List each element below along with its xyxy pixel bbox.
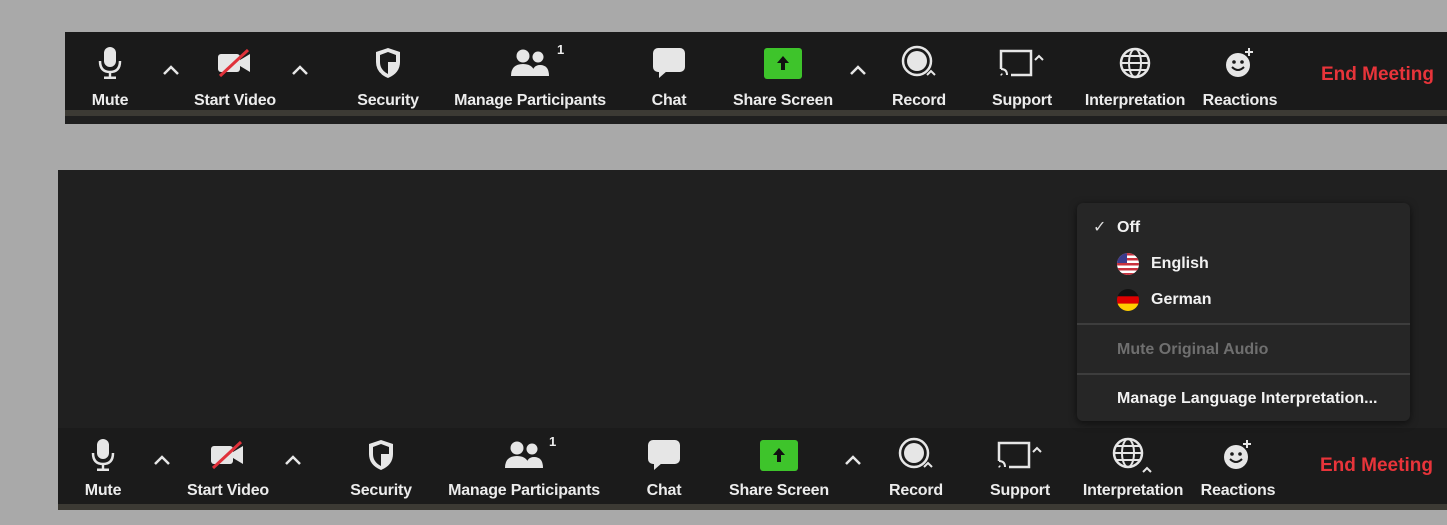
interpretation-menu: ✓ Off English German Mute Original Audio… [1077, 203, 1410, 421]
microphone-icon [91, 438, 115, 472]
end-meeting-button[interactable]: End Meeting [1320, 455, 1433, 477]
menu-divider [1077, 373, 1410, 375]
share-screen-label: Share Screen [733, 92, 833, 109]
share-options-caret[interactable] [846, 58, 870, 82]
participants-icon [504, 438, 544, 472]
security-button[interactable]: Security [353, 32, 423, 116]
record-button[interactable]: Record [891, 32, 947, 116]
chevron-up-icon [845, 455, 861, 465]
share-screen-icon [760, 439, 798, 471]
chevron-up-icon [163, 65, 179, 75]
chevron-up-icon [292, 65, 308, 75]
menu-item-label: Mute Original Audio [1117, 341, 1269, 358]
manage-participants-label: Manage Participants [448, 482, 600, 499]
checkmark-icon: ✓ [1093, 219, 1107, 236]
start-video-button[interactable]: Start Video [190, 32, 280, 116]
share-screen-label: Share Screen [729, 482, 829, 499]
arrow-up-icon [777, 56, 789, 70]
meeting-window-top: Mute Start Video Security 1 Manage Parti [65, 32, 1447, 124]
remote-support-icon [997, 46, 1047, 80]
germany-flag-icon [1117, 289, 1139, 311]
meeting-toolbar: Mute Start Video Security 1 Manage Parti [58, 428, 1447, 510]
record-icon [898, 437, 934, 472]
record-label: Record [889, 482, 943, 499]
audio-options-caret[interactable] [159, 58, 183, 82]
video-options-caret[interactable] [288, 58, 312, 82]
menu-item-manage-language-interpretation[interactable]: Manage Language Interpretation... [1077, 384, 1410, 414]
globe-icon [1118, 46, 1152, 80]
menu-divider [1077, 323, 1410, 325]
interpretation-button[interactable]: Interpretation [1081, 428, 1185, 512]
mute-label: Mute [91, 92, 129, 109]
participants-count-badge: 1 [549, 434, 557, 449]
share-screen-button[interactable]: Share Screen [733, 32, 833, 116]
support-label: Support [992, 92, 1052, 109]
reactions-label: Reactions [1202, 92, 1278, 109]
reactions-button[interactable]: Reactions [1200, 428, 1276, 512]
us-flag-icon [1117, 253, 1139, 275]
record-icon [901, 45, 937, 80]
video-options-caret[interactable] [281, 448, 305, 472]
support-button[interactable]: Support [988, 428, 1052, 512]
menu-item-label: German [1151, 291, 1212, 308]
shield-icon [374, 46, 402, 80]
mute-button[interactable]: Mute [85, 32, 135, 116]
menu-item-off[interactable]: ✓ Off [1077, 213, 1410, 243]
security-button[interactable]: Security [346, 428, 416, 512]
manage-participants-button[interactable]: 1 Manage Participants [444, 428, 604, 512]
share-screen-button[interactable]: Share Screen [729, 428, 829, 512]
interpretation-button[interactable]: Interpretation [1083, 32, 1187, 116]
chat-bubble-icon [652, 46, 686, 80]
mute-button[interactable]: Mute [78, 428, 128, 512]
video-off-icon [216, 46, 254, 80]
chevron-up-icon [285, 455, 301, 465]
menu-item-label: Manage Language Interpretation... [1117, 390, 1378, 407]
interpretation-label: Interpretation [1082, 482, 1184, 499]
record-button[interactable]: Record [888, 428, 944, 512]
shield-icon [367, 438, 395, 472]
arrow-up-icon [773, 448, 785, 462]
menu-item-german[interactable]: German [1077, 285, 1410, 315]
support-button[interactable]: Support [990, 32, 1054, 116]
menu-item-mute-original-audio: Mute Original Audio [1077, 335, 1410, 365]
chat-button[interactable]: Chat [638, 428, 690, 512]
chevron-up-icon [850, 65, 866, 75]
start-video-label: Start Video [187, 482, 269, 499]
menu-item-label: Off [1117, 219, 1141, 236]
video-preview-strip [58, 504, 1447, 510]
interpretation-label: Interpretation [1084, 92, 1186, 109]
share-screen-icon [764, 47, 802, 79]
manage-participants-button[interactable]: 1 Manage Participants [450, 32, 610, 116]
security-label: Security [357, 92, 419, 109]
share-options-caret[interactable] [841, 448, 865, 472]
participants-icon [510, 46, 550, 80]
audio-options-caret[interactable] [150, 448, 174, 472]
globe-icon [1111, 437, 1155, 473]
microphone-icon [98, 46, 122, 80]
record-label: Record [892, 92, 946, 109]
video-preview-strip [65, 110, 1447, 116]
meeting-toolbar: Mute Start Video Security 1 Manage Parti [65, 32, 1447, 116]
reactions-button[interactable]: Reactions [1202, 32, 1278, 116]
chat-label: Chat [646, 482, 682, 499]
chevron-up-icon [154, 455, 170, 465]
chat-label: Chat [651, 92, 687, 109]
menu-item-label: English [1151, 255, 1209, 272]
smiley-add-icon [1221, 438, 1255, 472]
chat-bubble-icon [647, 438, 681, 472]
video-off-icon [209, 438, 247, 472]
security-label: Security [350, 482, 412, 499]
manage-participants-label: Manage Participants [454, 92, 606, 109]
end-meeting-button[interactable]: End Meeting [1321, 64, 1434, 86]
start-video-button[interactable]: Start Video [183, 428, 273, 512]
menu-item-english[interactable]: English [1077, 249, 1410, 279]
smiley-add-icon [1223, 46, 1257, 80]
participants-count-badge: 1 [557, 42, 565, 57]
start-video-label: Start Video [194, 92, 276, 109]
remote-support-icon [995, 438, 1045, 472]
mute-label: Mute [84, 482, 122, 499]
chat-button[interactable]: Chat [643, 32, 695, 116]
support-label: Support [990, 482, 1050, 499]
reactions-label: Reactions [1200, 482, 1276, 499]
